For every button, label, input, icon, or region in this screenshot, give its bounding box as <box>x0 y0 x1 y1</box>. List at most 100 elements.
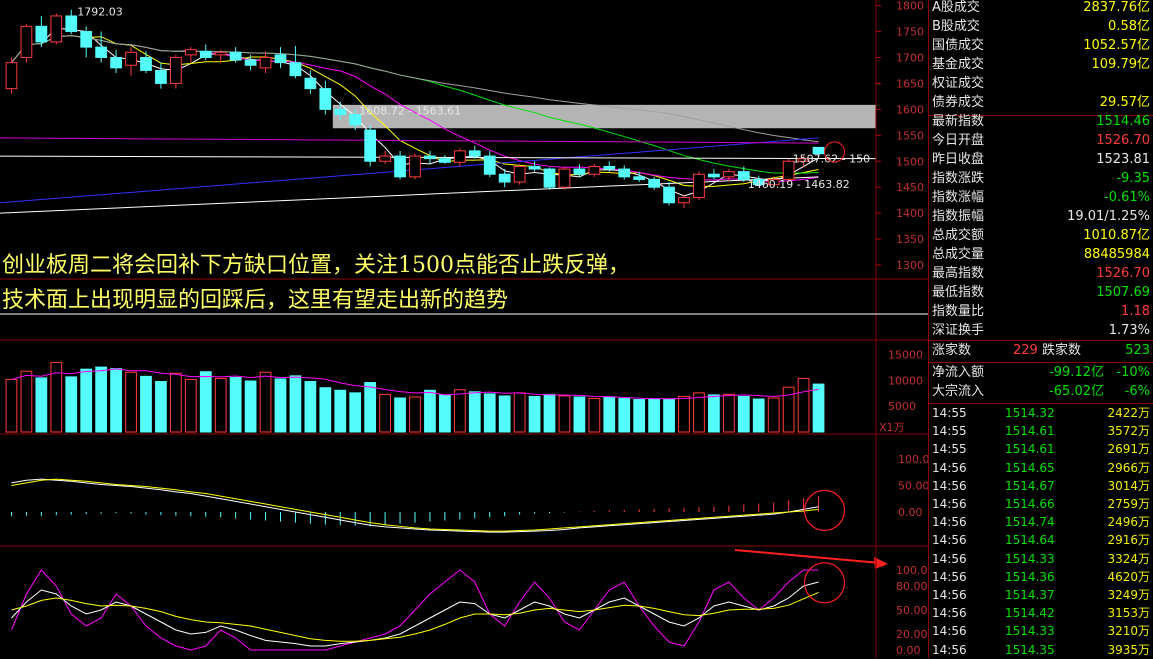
stat-row: 今日开盘 1526.70 <box>929 132 1153 150</box>
tick-volume: 2759万 <box>1107 497 1150 511</box>
volume-bar <box>543 393 556 433</box>
divider <box>929 340 1153 341</box>
kdj-highlight-circle <box>803 562 846 604</box>
volume-bar <box>289 375 302 433</box>
candle <box>678 194 690 208</box>
candle-body <box>65 15 78 33</box>
stat-row: 指数涨幅 -0.61% <box>929 189 1153 207</box>
overlay-text-line-1: 创业板周二将会回补下方缺口位置，关注1500点能否止跌反弹， <box>2 253 630 278</box>
stat-value: 1.73% <box>1108 323 1150 338</box>
candle-body <box>229 51 242 61</box>
candle-body <box>558 168 571 188</box>
stat-label: 指数振幅 <box>932 209 985 224</box>
volume-bar <box>334 389 347 433</box>
stat-row: 最低指数 1507.69 <box>929 284 1153 302</box>
candle-body <box>125 51 137 66</box>
candle <box>50 13 63 45</box>
volume-bar <box>110 368 122 433</box>
price-axis-label: 1600 <box>896 103 924 116</box>
quote-panel: A股成交 2837.76亿 B股成交 0.58亿 国债成交 1052.57亿 基金成交 109… <box>928 0 1153 658</box>
candle-body <box>289 62 302 77</box>
volume-bar <box>304 381 317 433</box>
candle <box>663 182 675 206</box>
stat-row: 指数振幅 19.01/1.25% <box>929 208 1153 226</box>
stat-value: 1514.46 <box>1096 114 1150 129</box>
volume-bar <box>767 397 780 433</box>
volume-bar <box>155 381 167 433</box>
volume-bar <box>439 394 451 433</box>
volume-bar <box>424 389 436 433</box>
candle-body <box>95 46 108 58</box>
candle-body <box>184 49 197 56</box>
tick-row: 14:56 1514.36 4620万 <box>929 568 1153 586</box>
volume-pane: 15000 10000 5000 X1万 <box>5 349 923 434</box>
candle-body <box>693 173 705 199</box>
tick-time: 14:56 <box>932 533 967 548</box>
candle-body <box>155 69 167 84</box>
candle-body <box>678 197 690 204</box>
stat-row: B股成交 0.58亿 <box>929 18 1153 36</box>
tick-price: 1514.61 <box>1005 442 1055 457</box>
flow-pct: -6% <box>1124 384 1150 399</box>
candle <box>558 166 571 190</box>
tick-price: 1514.37 <box>1005 588 1055 602</box>
price-axis-label: 1500 <box>896 155 924 168</box>
stat-label: 最高指数 <box>932 266 985 281</box>
stat-row: 最高指数 1526.70 <box>929 265 1153 283</box>
tick-price: 1514.67 <box>1005 478 1055 493</box>
arrow-shaft <box>734 549 881 564</box>
tick-row: 14:56 1514.64 2916万 <box>929 531 1153 549</box>
price-axis-label: 1650 <box>896 77 924 90</box>
tick-time: 14:56 <box>932 624 967 639</box>
stat-row: 指数涨跌 -9.35 <box>929 170 1153 188</box>
stat-label: 总成交量 <box>932 247 985 262</box>
candle <box>304 70 317 94</box>
candle-body <box>633 176 646 180</box>
flow-label: 净流入额 <box>932 365 985 380</box>
tick-time: 14:55 <box>932 424 967 439</box>
volume-bar <box>618 398 631 433</box>
volume-bar <box>797 377 810 433</box>
stat-value: 1.18 <box>1121 304 1150 319</box>
tick-price: 1514.64 <box>1005 533 1055 548</box>
stat-label: 指数涨幅 <box>932 190 985 205</box>
flow-row: 净流入额 -99.12亿 -10% <box>929 364 1153 382</box>
volume-bar <box>648 398 661 433</box>
stat-row: 权证成交 <box>929 75 1153 93</box>
candle-body <box>244 59 257 66</box>
stat-value: 2837.76亿 <box>1083 0 1150 15</box>
macd-pane: 100.0 50.00 0.00 <box>10 453 928 533</box>
candle-body <box>5 62 18 90</box>
candle <box>483 150 496 177</box>
candle-body <box>20 25 33 58</box>
volume-bar <box>95 366 108 433</box>
stat-label: 最新指数 <box>932 114 985 129</box>
volume-bar <box>752 398 765 433</box>
stat-label: B股成交 <box>932 19 980 34</box>
volume-bar <box>528 395 541 433</box>
volume-bar <box>394 397 406 433</box>
tick-price: 1514.66 <box>1005 497 1055 511</box>
stat-row: 债券成交 29.57亿 <box>929 94 1153 112</box>
tick-time: 14:55 <box>932 406 967 420</box>
stat-label: 最低指数 <box>932 285 985 300</box>
volume-bar <box>379 393 391 433</box>
tick-price: 1514.35 <box>1005 642 1055 657</box>
candle-body <box>453 150 466 163</box>
candle-body <box>424 155 436 160</box>
tick-volume: 3153万 <box>1107 606 1150 621</box>
stat-label: 总成交额 <box>932 228 985 243</box>
candle <box>274 47 287 68</box>
volume-bar <box>693 392 705 433</box>
volume-bar <box>364 382 377 433</box>
candle-body <box>50 15 63 43</box>
candle <box>453 148 466 167</box>
candle-body <box>274 54 287 64</box>
kdj-axis-label: 50.00 <box>896 604 928 617</box>
stat-label: 国债成交 <box>932 38 985 53</box>
divider <box>929 362 1153 363</box>
stat-row: 深证换手 1.73% <box>929 322 1153 340</box>
tick-row: 14:56 1514.35 3935万 <box>929 641 1153 659</box>
volume-bar <box>20 370 33 433</box>
candle <box>199 44 212 61</box>
